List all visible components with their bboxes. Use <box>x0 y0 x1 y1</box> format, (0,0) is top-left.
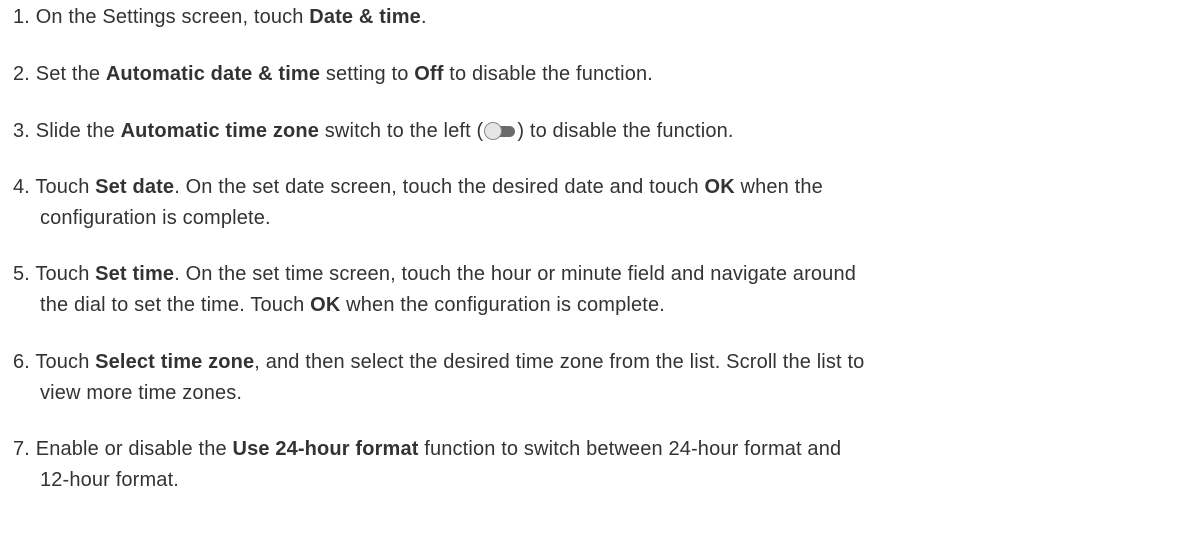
step-text: function to switch between 24-hour forma… <box>418 438 842 460</box>
step-text: configuration is complete. <box>40 207 271 229</box>
step-text: Touch <box>35 263 96 285</box>
step-number: 1. <box>13 6 30 28</box>
step-1: 1. On the Settings screen, touch Date & … <box>13 2 1193 33</box>
ui-term: OK <box>310 294 341 316</box>
step-6: 6. Touch Select time zone, and then sele… <box>13 347 1193 409</box>
step-number: 4. <box>13 176 30 198</box>
step-number: 6. <box>13 351 30 373</box>
step-text: Slide the <box>35 120 121 142</box>
step-number: 5. <box>13 263 30 285</box>
step-text: Set the <box>35 63 106 85</box>
instruction-list: 1. On the Settings screen, touch Date & … <box>0 0 1197 536</box>
step-text: ) to disable the function. <box>517 120 734 142</box>
ui-term: OK <box>704 176 735 198</box>
step-text: setting to <box>320 63 415 85</box>
step-text: view more time zones. <box>40 382 243 404</box>
step-3: 3. Slide the Automatic time zone switch … <box>13 116 1193 147</box>
step-text: Enable or disable the <box>35 438 233 460</box>
step-text: Touch <box>35 176 96 198</box>
step-text: when the <box>734 176 823 198</box>
step-number: 3. <box>13 120 30 142</box>
step-5: 5. Touch Set time. On the set time scree… <box>13 259 1193 321</box>
step-text: On the Settings screen, touch <box>35 6 310 28</box>
ui-term: Automatic time zone <box>120 120 320 142</box>
ui-term: Set time <box>95 263 175 285</box>
step-number: 2. <box>13 63 30 85</box>
ui-term: Date & time <box>309 6 421 28</box>
step-text: . On the set date screen, touch the desi… <box>174 176 705 198</box>
step-text: to disable the function. <box>443 63 653 85</box>
ui-term: Automatic date & time <box>105 63 321 85</box>
step-text: switch to the left ( <box>319 120 484 142</box>
step-text: . On the set time screen, touch the hour… <box>174 263 856 285</box>
step-text: 12-hour format. <box>40 469 179 491</box>
step-7: 7. Enable or disable the Use 24-hour for… <box>13 434 1193 496</box>
step-2: 2. Set the Automatic date & time setting… <box>13 59 1193 90</box>
step-text: the dial to set the time. Touch <box>40 294 311 316</box>
step-text: . <box>420 6 427 28</box>
step-text: when the configuration is complete. <box>340 294 665 316</box>
ui-term: Off <box>414 63 444 85</box>
step-number: 7. <box>13 438 30 460</box>
ui-term: Use 24-hour format <box>232 438 419 460</box>
toggle-off-icon <box>484 122 516 140</box>
ui-term: Select time zone <box>95 351 255 373</box>
step-text: Touch <box>35 351 96 373</box>
step-4: 4. Touch Set date. On the set date scree… <box>13 172 1193 234</box>
step-text: , and then select the desired time zone … <box>254 351 865 373</box>
ui-term: Set date <box>95 176 175 198</box>
